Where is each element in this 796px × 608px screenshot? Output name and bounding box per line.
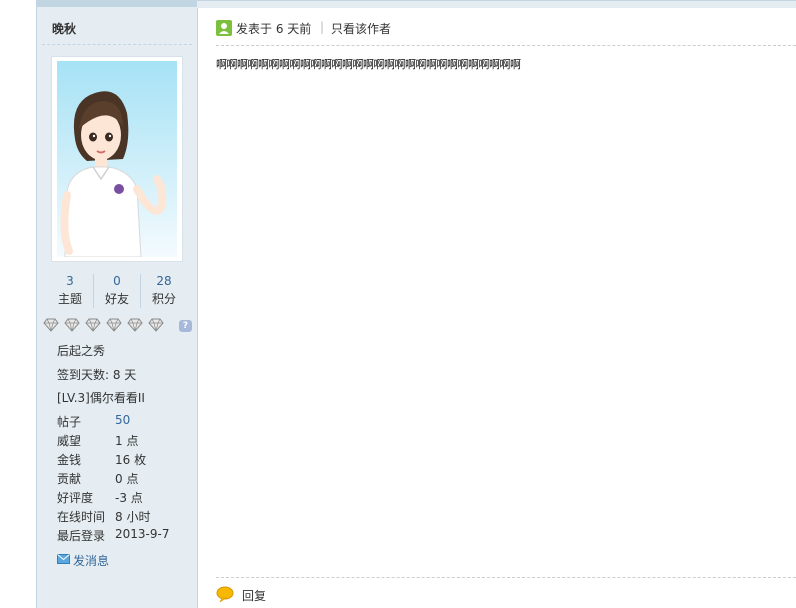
detail-value: 16 枚 (115, 453, 147, 467)
stat-label: 好友 (104, 292, 129, 306)
envelope-icon (57, 554, 70, 564)
detail-key: 贡献 (57, 472, 82, 486)
rank-title: 后起之秀 (57, 344, 106, 358)
detail-key: 帖子 (57, 415, 82, 429)
post-top-bar (197, 0, 796, 8)
medal-row: ? (43, 318, 193, 334)
detail-key: 金钱 (57, 453, 82, 467)
post-time: 发表于 6 天前 (236, 22, 312, 36)
detail-value: -3 点 (115, 491, 143, 505)
detail-value: 8 小时 (115, 510, 151, 524)
detail-money: 金钱 16 枚 (57, 451, 197, 470)
post-content: 啊啊啊啊啊啊啊啊啊啊啊啊啊啊啊啊啊啊啊啊啊啊啊啊啊啊啊啊啊 (216, 58, 521, 71)
help-icon[interactable]: ? (179, 320, 192, 332)
meta-separator: | (320, 20, 325, 34)
detail-value: 2013-9-7 (115, 527, 170, 541)
avatar[interactable] (51, 56, 183, 262)
detail-key: 最后登录 (57, 529, 106, 543)
detail-key: 在线时间 (57, 510, 106, 524)
stat-value[interactable]: 0 (94, 272, 140, 290)
divider (42, 44, 192, 45)
detail-key: 好评度 (57, 491, 94, 505)
detail-key: 威望 (57, 434, 82, 448)
user-stats: 3 主题 0 好友 28 积分 (47, 272, 187, 308)
reply-label: 回复 (242, 589, 267, 603)
stat-label: 积分 (151, 292, 176, 306)
stat-label: 主题 (57, 292, 82, 306)
detail-prestige: 威望 1 点 (57, 432, 197, 451)
avatar-image (57, 61, 177, 257)
gem-medal-icon (106, 318, 122, 332)
detail-online-time: 在线时间 8 小时 (57, 508, 197, 527)
gem-medal-icon (127, 318, 143, 332)
detail-value-link[interactable]: 50 (115, 413, 130, 427)
detail-value: 0 点 (115, 472, 139, 486)
stat-points[interactable]: 28 积分 (141, 272, 187, 308)
username-link[interactable]: 晚秋 (52, 20, 76, 37)
detail-posts: 帖子 50 (57, 413, 197, 432)
only-author-link[interactable]: 只看该作者 (331, 20, 391, 37)
user-level: [LV.3]偶尔看看II (57, 391, 145, 405)
divider (216, 45, 796, 46)
detail-last-login: 最后登录 2013-9-7 (57, 527, 197, 546)
user-profile-sidebar: 晚秋 3 主题 0 好友 28 积分 ? 后起之秀 签到天数: 8 天 [LV.… (36, 0, 198, 608)
stat-topics[interactable]: 3 主题 (47, 272, 93, 308)
gem-medal-icon (148, 318, 164, 332)
reply-bubble-icon (216, 586, 234, 602)
checkin-days: 签到天数: 8 天 (57, 368, 137, 382)
divider (216, 577, 796, 578)
send-message-label: 发消息 (73, 554, 110, 568)
stat-value[interactable]: 3 (47, 272, 93, 290)
detail-contribution: 贡献 0 点 (57, 470, 197, 489)
detail-rating: 好评度 -3 点 (57, 489, 197, 508)
gem-medal-icon (43, 318, 59, 332)
sidebar-top-bar (37, 0, 197, 7)
user-online-icon (216, 20, 232, 36)
gem-medal-icon (85, 318, 101, 332)
detail-value: 1 点 (115, 434, 139, 448)
gem-medal-icon (64, 318, 80, 332)
stat-value[interactable]: 28 (141, 272, 187, 290)
stat-friends[interactable]: 0 好友 (94, 272, 140, 308)
